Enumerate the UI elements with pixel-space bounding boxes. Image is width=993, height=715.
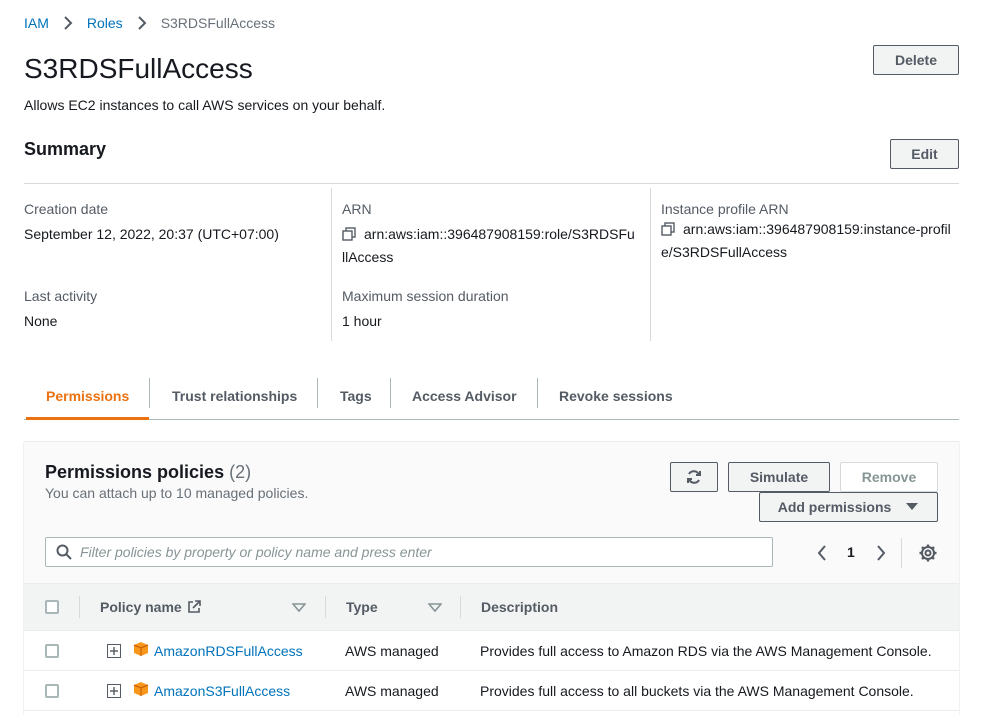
policy-name-link[interactable]: AmazonRDSFullAccess xyxy=(154,643,303,659)
page-description: Allows EC2 instances to call AWS service… xyxy=(24,97,386,113)
row-checkbox[interactable] xyxy=(45,684,59,698)
remove-button[interactable]: Remove xyxy=(840,462,938,492)
panel-subtitle: You can attach up to 10 managed policies… xyxy=(45,485,309,501)
table-row[interactable]: AmazonS3FullAccess AWS managed Provides … xyxy=(24,671,959,711)
policy-name-header-label: Policy name xyxy=(100,599,182,615)
page-title: S3RDSFullAccess xyxy=(24,53,253,84)
chevron-right-icon[interactable] xyxy=(875,545,887,561)
edit-button[interactable]: Edit xyxy=(890,139,959,169)
max-session-value: 1 hour xyxy=(342,313,382,329)
add-permissions-label: Add permissions xyxy=(777,499,892,515)
column-divider xyxy=(79,596,80,618)
arn-line-1: arn:aws:iam::396487908159:role/S3RDSFu xyxy=(364,226,635,242)
column-divider xyxy=(650,188,651,341)
tab-trust-relationships[interactable]: Trust relationships xyxy=(172,372,297,420)
tab-divider xyxy=(390,378,391,408)
refresh-icon xyxy=(687,470,701,484)
instance-profile-label: Instance profile ARN xyxy=(661,201,789,217)
policy-count: (2) xyxy=(229,462,252,482)
copy-icon[interactable] xyxy=(342,226,356,247)
column-header-policy-name[interactable]: Policy name xyxy=(100,599,201,615)
permissions-policies-panel: Permissions policies (2) You can attach … xyxy=(24,441,959,715)
select-all-checkbox[interactable] xyxy=(45,600,59,614)
add-permissions-button[interactable]: Add permissions xyxy=(759,492,938,522)
pager-divider xyxy=(901,538,902,568)
breadcrumb-roles-link[interactable]: Roles xyxy=(87,15,123,31)
row-checkbox[interactable] xyxy=(45,644,59,658)
tab-tags[interactable]: Tags xyxy=(340,372,372,420)
tab-permissions[interactable]: Permissions xyxy=(46,372,129,420)
summary-title: Summary xyxy=(24,139,107,159)
max-session-label: Maximum session duration xyxy=(342,288,509,304)
last-activity-value: None xyxy=(24,313,58,329)
column-divider xyxy=(331,188,332,341)
breadcrumb-iam-link[interactable]: IAM xyxy=(24,15,49,31)
panel-title-text: Permissions policies xyxy=(45,462,225,482)
active-tab-indicator xyxy=(26,417,149,420)
instance-profile-line-2: e/S3RDSFullAccess xyxy=(661,244,788,260)
arn-value: arn:aws:iam::396487908159:role/S3RDSFu l… xyxy=(342,224,642,268)
creation-date-value: September 12, 2022, 20:37 (UTC+07:00) xyxy=(24,226,279,242)
breadcrumb-current: S3RDSFullAccess xyxy=(160,15,276,31)
package-icon xyxy=(133,682,149,696)
column-divider xyxy=(325,596,326,618)
policy-table-header: Policy name Type Description xyxy=(24,583,959,631)
arn-line-2: llAccess xyxy=(342,249,394,265)
tab-divider xyxy=(317,378,318,408)
package-icon xyxy=(133,642,149,656)
policy-type: AWS managed xyxy=(345,643,439,659)
policy-type: AWS managed xyxy=(345,683,439,699)
refresh-button[interactable] xyxy=(670,462,718,492)
summary-divider xyxy=(24,183,959,184)
instance-profile-line-1: arn:aws:iam::396487908159:instance-profi… xyxy=(683,221,951,237)
search-icon xyxy=(56,544,72,560)
sort-caret-down-icon[interactable] xyxy=(292,603,306,613)
page-number[interactable]: 1 xyxy=(847,544,855,560)
external-link-icon xyxy=(187,600,201,613)
policy-search-field[interactable] xyxy=(45,537,773,567)
tab-divider xyxy=(537,378,538,408)
column-header-description[interactable]: Description xyxy=(481,599,558,615)
chevron-right-icon xyxy=(137,16,147,30)
delete-button[interactable]: Delete xyxy=(873,45,959,75)
tab-bar: Permissions Trust relationships Tags Acc… xyxy=(24,372,959,420)
policy-description: Provides full access to all buckets via … xyxy=(480,683,914,699)
table-row[interactable]: AmazonRDSFullAccess AWS managed Provides… xyxy=(24,631,959,671)
settings-gear-icon[interactable] xyxy=(919,544,937,562)
copy-icon[interactable] xyxy=(661,221,675,242)
chevron-right-icon xyxy=(63,16,73,30)
expand-plus-icon[interactable] xyxy=(107,644,121,658)
tab-revoke-sessions[interactable]: Revoke sessions xyxy=(559,372,673,420)
tab-divider xyxy=(149,378,150,408)
simulate-button[interactable]: Simulate xyxy=(728,462,830,492)
policy-name-link[interactable]: AmazonS3FullAccess xyxy=(154,683,290,699)
instance-profile-value: arn:aws:iam::396487908159:instance-profi… xyxy=(661,219,961,263)
creation-date-label: Creation date xyxy=(24,201,109,217)
expand-plus-icon[interactable] xyxy=(107,684,121,698)
last-activity-label: Last activity xyxy=(24,288,98,304)
caret-down-icon xyxy=(906,503,919,510)
column-divider xyxy=(460,596,461,618)
permissions-policies-title: Permissions policies (2) xyxy=(45,462,251,483)
tab-access-advisor[interactable]: Access Advisor xyxy=(412,372,517,420)
breadcrumb: IAM Roles S3RDSFullAccess xyxy=(24,15,275,31)
policy-search-input[interactable] xyxy=(72,539,772,565)
column-header-type[interactable]: Type xyxy=(346,599,378,615)
chevron-left-icon[interactable] xyxy=(816,545,828,561)
sort-caret-down-icon[interactable] xyxy=(428,603,442,613)
policy-description: Provides full access to Amazon RDS via t… xyxy=(480,643,932,659)
panel-header: Permissions policies (2) You can attach … xyxy=(24,442,959,583)
arn-label: ARN xyxy=(342,201,372,217)
